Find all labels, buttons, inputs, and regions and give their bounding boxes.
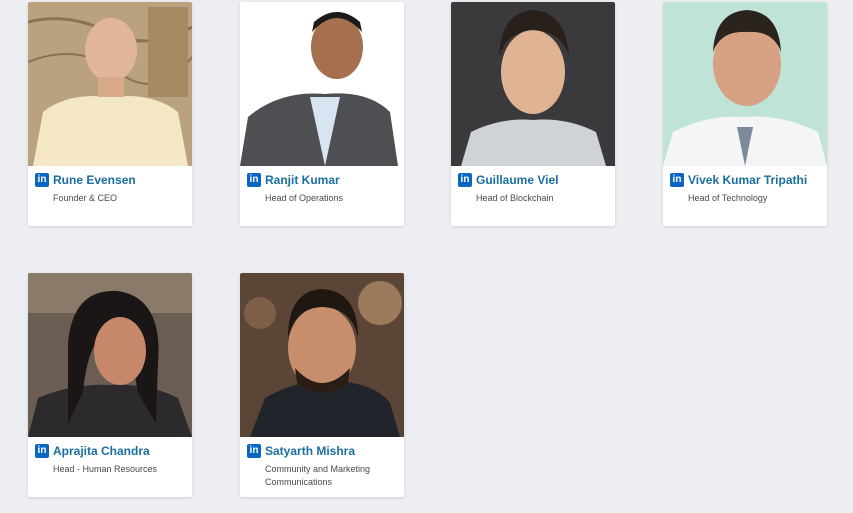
- team-card: in Rune Evensen Founder & CEO: [28, 2, 192, 226]
- linkedin-icon[interactable]: in: [35, 444, 49, 458]
- member-role: Community and Marketing Communications: [265, 464, 371, 487]
- card-info: in Satyarth Mishra Community and Marketi…: [240, 437, 404, 497]
- member-name[interactable]: Satyarth Mishra: [265, 444, 398, 458]
- member-name[interactable]: Ranjit Kumar: [265, 173, 398, 187]
- member-role: Founder & CEO: [53, 193, 118, 203]
- card-info: in Guillaume Viel Head of Blockchain: [451, 166, 615, 213]
- profile-photo: [663, 2, 827, 166]
- linkedin-icon[interactable]: in: [670, 173, 684, 187]
- member-name[interactable]: Aprajita Chandra: [53, 444, 186, 458]
- profile-photo: [451, 2, 615, 166]
- member-role: Head of Technology: [688, 193, 768, 203]
- linkedin-icon[interactable]: in: [35, 173, 49, 187]
- member-role: Head of Blockchain: [476, 193, 554, 203]
- member-name[interactable]: Vivek Kumar Tripathi: [688, 173, 821, 187]
- team-card: in Aprajita Chandra Head - Human Resourc…: [28, 273, 192, 497]
- profile-photo: [28, 2, 192, 166]
- member-role: Head - Human Resources: [53, 464, 158, 474]
- linkedin-icon[interactable]: in: [247, 444, 261, 458]
- linkedin-icon[interactable]: in: [247, 173, 261, 187]
- card-info: in Aprajita Chandra Head - Human Resourc…: [28, 437, 192, 484]
- team-card: in Vivek Kumar Tripathi Head of Technolo…: [663, 2, 827, 226]
- member-name[interactable]: Guillaume Viel: [476, 173, 609, 187]
- member-role: Head of Operations: [265, 193, 344, 203]
- card-info: in Ranjit Kumar Head of Operations: [240, 166, 404, 213]
- profile-photo: [240, 2, 404, 166]
- team-card: in Ranjit Kumar Head of Operations: [240, 2, 404, 226]
- card-info: in Rune Evensen Founder & CEO: [28, 166, 192, 213]
- team-card: in Guillaume Viel Head of Blockchain: [451, 2, 615, 226]
- profile-photo: [240, 273, 404, 437]
- card-info: in Vivek Kumar Tripathi Head of Technolo…: [663, 166, 827, 213]
- member-name[interactable]: Rune Evensen: [53, 173, 186, 187]
- linkedin-icon[interactable]: in: [458, 173, 472, 187]
- profile-photo: [28, 273, 192, 437]
- team-card: in Satyarth Mishra Community and Marketi…: [240, 273, 404, 497]
